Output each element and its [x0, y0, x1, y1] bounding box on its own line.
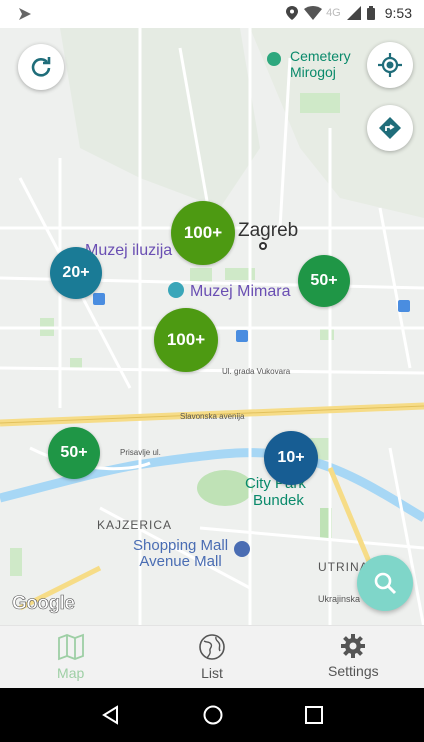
city-park-sub: Bundek [253, 492, 304, 509]
globe-icon [199, 634, 225, 660]
directions-icon [379, 117, 401, 139]
home-icon[interactable] [202, 704, 224, 726]
tab-list-label: List [201, 665, 223, 681]
cluster-marker[interactable]: 50+ [298, 255, 350, 307]
map-label-muzej-mimara[interactable]: Muzej Mimara [190, 283, 290, 301]
search-button[interactable] [357, 555, 413, 611]
map-icon [57, 633, 84, 661]
tab-settings-label: Settings [328, 663, 379, 679]
map-label-kajzerica: KAJZERICA [97, 518, 173, 532]
wifi-icon [304, 6, 323, 20]
notification-icon [18, 7, 32, 26]
map-label-zagreb: Zagreb [238, 220, 299, 241]
cluster-marker[interactable]: 100+ [154, 308, 218, 372]
map-view[interactable]: Zagreb Cemetery Mirogoj Muzej iluzija Mu… [0, 28, 424, 625]
system-nav-bar [0, 688, 424, 742]
cluster-marker[interactable]: 50+ [48, 427, 100, 479]
tab-settings[interactable]: Settings [283, 626, 424, 688]
recents-icon[interactable] [304, 705, 324, 725]
tab-map[interactable]: Map [0, 626, 141, 688]
back-icon[interactable] [100, 704, 122, 726]
tab-list[interactable]: List [141, 626, 282, 688]
cluster-marker[interactable]: 10+ [264, 431, 318, 485]
location-icon [286, 6, 299, 20]
search-icon [374, 572, 397, 595]
my-location-button[interactable] [367, 42, 413, 88]
gear-icon [341, 634, 366, 658]
cemetery-name: Cemetery [290, 48, 351, 64]
map-label-cemetery[interactable]: Cemetery Mirogoj [290, 48, 351, 80]
map-label-vukovara: Ul. grada Vukovara [222, 367, 291, 376]
shopping-mall-sub: Avenue Mall [139, 553, 222, 570]
battery-icon [366, 6, 375, 20]
map-label-muzej-iluzija[interactable]: Muzej iluzija [85, 242, 172, 260]
google-logo: Google [12, 593, 76, 615]
bottom-tab-bar: Map List Settings [0, 625, 424, 688]
status-bar: 4G 9:53 [0, 0, 424, 28]
refresh-icon [31, 57, 51, 77]
clock: 9:53 [384, 5, 412, 21]
directions-button[interactable] [367, 105, 413, 151]
cluster-marker[interactable]: 20+ [50, 247, 102, 299]
refresh-button[interactable] [18, 44, 64, 90]
cemetery-sub: Mirogoj [290, 64, 336, 80]
signal-icon [346, 6, 361, 20]
map-label-slavonska: Slavonska avenija [180, 412, 245, 421]
map-label-shopping-mall[interactable]: Shopping Mall Avenue Mall [133, 538, 228, 570]
my-location-icon [378, 53, 402, 77]
map-label-ukrajinska: Ukrajinska [318, 594, 361, 604]
shopping-mall-name: Shopping Mall [133, 537, 229, 554]
map-label-prisavlje: Prisavlje ul. [120, 448, 161, 457]
cluster-marker[interactable]: 100+ [171, 201, 235, 265]
tab-map-label: Map [57, 665, 85, 681]
network-type: 4G [326, 7, 341, 19]
